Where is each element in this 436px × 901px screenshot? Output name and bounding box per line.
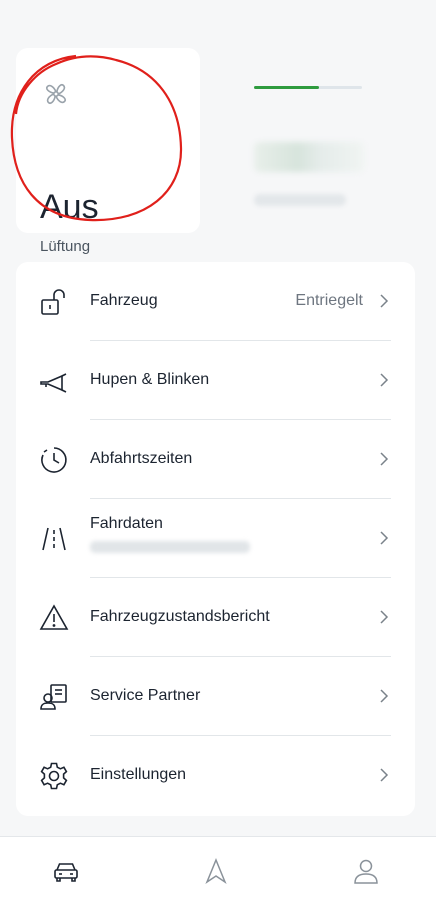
- menu-item-label: Abfahrtszeiten: [90, 450, 193, 467]
- menu-item-einstellungen[interactable]: Einstellungen: [16, 736, 415, 815]
- chevron-right-icon: [380, 689, 389, 703]
- menu-item-label: Einstellungen: [90, 766, 187, 783]
- menu-item-hupen-blinken[interactable]: Hupen & Blinken: [16, 341, 415, 420]
- blurred-range-value: [254, 142, 364, 172]
- menu-item-label: Service Partner: [90, 687, 201, 704]
- tab-profile[interactable]: [346, 851, 386, 891]
- ventilation-card[interactable]: Aus Lüftung: [16, 48, 200, 255]
- menu-item-label: Hupen & Blinken: [90, 371, 210, 388]
- menu-item-label: Fahrzeugzustandsbericht: [90, 608, 270, 625]
- menu-item-label: Fahrdaten: [90, 515, 163, 532]
- profile-icon: [354, 859, 378, 884]
- menu-item-service-partner[interactable]: Service Partner: [16, 657, 415, 736]
- bottom-navigation: [0, 836, 436, 901]
- blurred-trip-info: [90, 541, 250, 553]
- fuel-level-bar: [254, 86, 362, 89]
- chevron-right-icon: [380, 452, 389, 466]
- menu-item-fahrdaten[interactable]: Fahrdaten: [16, 499, 415, 578]
- menu-item-label: Fahrzeug: [90, 292, 158, 309]
- chevron-right-icon: [380, 610, 389, 624]
- car-icon: [54, 863, 78, 882]
- unlocked-padlock-icon: [41, 289, 65, 315]
- gear-icon: [40, 762, 68, 790]
- horn-icon: [40, 373, 67, 393]
- ventilation-label: Lüftung: [40, 238, 91, 255]
- tab-navigation[interactable]: [196, 851, 236, 891]
- clock-icon: [41, 447, 67, 473]
- road-icon: [42, 527, 66, 551]
- range-card[interactable]: [230, 60, 410, 230]
- ventilation-status-value: Aus: [40, 188, 99, 226]
- chevron-right-icon: [380, 531, 389, 545]
- tab-vehicle[interactable]: [46, 851, 86, 891]
- chevron-right-icon: [380, 294, 389, 308]
- lock-status-text: Entriegelt: [295, 292, 363, 309]
- menu-item-fahrzeug[interactable]: Fahrzeug Entriegelt: [16, 262, 415, 341]
- menu-item-fahrzeugzustandsbericht[interactable]: Fahrzeugzustandsbericht: [16, 578, 415, 657]
- vehicle-menu: Fahrzeug Entriegelt Hupen & Blinken Abfa…: [16, 262, 415, 816]
- warning-triangle-icon: [39, 604, 69, 630]
- menu-item-abfahrtszeiten[interactable]: Abfahrtszeiten: [16, 420, 415, 499]
- fan-icon: [46, 84, 66, 104]
- navigation-arrow-icon: [205, 858, 227, 884]
- fuel-level-fill: [254, 86, 319, 89]
- blurred-range-label: [254, 194, 346, 206]
- chevron-right-icon: [380, 768, 389, 782]
- vehicle-screen: Aus Lüftung Fahrzeug Entriegelt Hupen & …: [0, 0, 436, 901]
- service-partner-icon: [40, 684, 67, 710]
- chevron-right-icon: [380, 373, 389, 387]
